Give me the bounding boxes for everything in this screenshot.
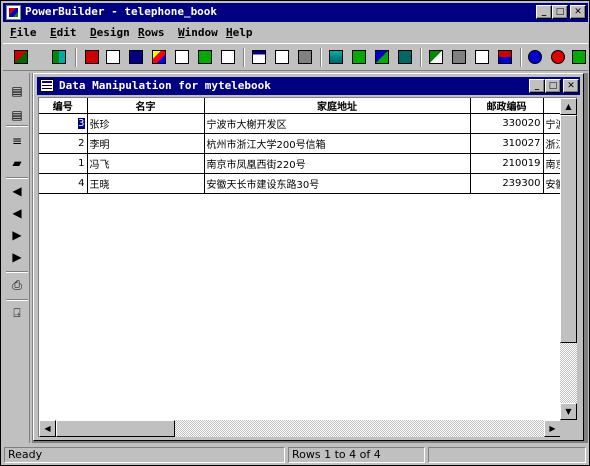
project-icon[interactable]	[272, 47, 292, 67]
menu-edit[interactable]: Edit	[50, 26, 77, 39]
datawindow-icon[interactable]	[82, 47, 102, 67]
delete-row-icon[interactable]: ▰	[7, 153, 27, 173]
database-profile-icon[interactable]	[326, 47, 346, 67]
menu-icon[interactable]	[126, 47, 146, 67]
column-header-id[interactable]: 编号	[39, 98, 88, 114]
menu-help[interactable]: Help	[226, 26, 253, 39]
scroll-corner	[560, 420, 577, 437]
scroll-down-button[interactable]: ▼	[560, 403, 577, 420]
close-icon[interactable]: ⍈	[7, 303, 27, 323]
window-icon[interactable]	[249, 47, 269, 67]
cell-address[interactable]: 安徽天长市建设东路30号	[204, 173, 471, 194]
datawindow-grid: 编号 名字 家庭地址 邮政编码 3 张珍 宁波市大榭开发区 330020 宁波 …	[38, 97, 577, 437]
cell-name[interactable]: 王晓	[87, 173, 205, 194]
painter-toolbar	[3, 43, 588, 71]
minimize-button[interactable]: _	[536, 5, 552, 19]
user-object-icon[interactable]	[218, 47, 238, 67]
horizontal-scrollbar[interactable]: ◀ ▶	[39, 420, 561, 437]
datawindow-toolbar: ▤ ▤ ≡ ▰ ◀ ◀ ▶ ▶ ⎙ ⍈	[3, 73, 30, 443]
scroll-left-button[interactable]: ◀	[39, 420, 56, 437]
run-icon[interactable]	[395, 47, 415, 67]
application-icon[interactable]	[11, 47, 31, 67]
datawindow-doc-icon[interactable]	[40, 79, 54, 92]
table-row[interactable]: 3 张珍 宁波市大榭开发区 330020 宁波	[39, 113, 569, 134]
maximize-button[interactable]: □	[552, 5, 568, 19]
menu-bar: File Edit Design Rows Window Help	[3, 24, 588, 42]
prior-page-icon[interactable]: ◀	[7, 203, 27, 223]
print-icon[interactable]: ⎙	[7, 275, 27, 295]
cell-name[interactable]: 张珍	[87, 113, 205, 134]
help-icon[interactable]	[472, 47, 492, 67]
database-icon[interactable]	[295, 47, 315, 67]
scroll-right-button[interactable]: ▶	[544, 420, 561, 437]
scroll-up-button[interactable]: ▲	[560, 98, 577, 115]
table-row[interactable]: 1 冯飞 南京市凤凰西街220号 210019 南京	[39, 153, 569, 174]
cell-address[interactable]: 南京市凤凰西街220号	[204, 153, 471, 174]
cell-address[interactable]: 宁波市大榭开发区	[204, 113, 471, 134]
exit-icon[interactable]	[525, 47, 545, 67]
library-icon[interactable]	[49, 47, 69, 67]
library-painter-icon[interactable]	[495, 47, 515, 67]
query-icon[interactable]	[172, 47, 192, 67]
column-header-address[interactable]: 家庭地址	[204, 98, 471, 114]
cell-postcode[interactable]: 310027	[470, 133, 544, 154]
cell-id[interactable]: 2	[39, 133, 88, 154]
powerbuilder-app-icon[interactable]	[6, 5, 21, 20]
status-bar: Ready Rows 1 to 4 of 4	[3, 446, 588, 464]
data-manipulation-window: Data Manipulation for mytelebook _ □ ✕ 编…	[33, 73, 584, 441]
report-icon[interactable]	[349, 47, 369, 67]
last-page-icon[interactable]: ▶	[7, 247, 27, 267]
browser-icon[interactable]	[449, 47, 469, 67]
column-header-name[interactable]: 名字	[87, 98, 205, 114]
cell-postcode[interactable]: 239300	[470, 173, 544, 194]
close-button[interactable]: ✕	[570, 5, 586, 19]
child-title: Data Manipulation for mytelebook	[59, 79, 271, 92]
horizontal-scroll-thumb[interactable]	[56, 420, 175, 437]
table-row[interactable]: 2 李明 杭州市浙江大学200号信箱 310027 浙江	[39, 133, 569, 154]
app-titlebar: PowerBuilder - telephone_book _ □ ✕	[3, 3, 588, 22]
powerbuilder-window: PowerBuilder - telephone_book _ □ ✕ File…	[0, 0, 590, 466]
cell-name[interactable]: 李明	[87, 133, 205, 154]
cell-name[interactable]: 冯飞	[87, 153, 205, 174]
function-icon[interactable]	[149, 47, 169, 67]
child-close-button[interactable]: ✕	[563, 79, 579, 93]
app-title: PowerBuilder - telephone_book	[25, 5, 218, 18]
first-page-icon[interactable]: ◀	[7, 181, 27, 201]
cell-postcode[interactable]: 210019	[470, 153, 544, 174]
mdi-client-area: Data Manipulation for mytelebook _ □ ✕ 编…	[32, 73, 588, 443]
menu-rows[interactable]: Rows	[138, 26, 165, 39]
status-extra	[428, 447, 586, 463]
toolbar-icon[interactable]	[569, 47, 589, 67]
update-icon[interactable]: ▤	[7, 105, 27, 125]
cell-id[interactable]: 1	[39, 153, 88, 174]
cell-id[interactable]: 4	[39, 173, 88, 194]
child-titlebar: Data Manipulation for mytelebook _ □ ✕	[37, 77, 580, 95]
vertical-scroll-thumb[interactable]	[560, 115, 577, 343]
next-page-icon[interactable]: ▶	[7, 225, 27, 245]
child-minimize-button[interactable]: _	[529, 79, 545, 93]
status-row-count: Rows 1 to 4 of 4	[288, 447, 425, 463]
retrieve-icon[interactable]: ▤	[7, 81, 27, 101]
menu-design[interactable]: Design	[90, 26, 130, 39]
cell-id[interactable]: 3	[39, 113, 88, 134]
menu-window[interactable]: Window	[178, 26, 218, 39]
cell-address[interactable]: 杭州市浙江大学200号信箱	[204, 133, 471, 154]
table-header-row: 编号 名字 家庭地址 邮政编码	[39, 98, 569, 114]
debug-icon[interactable]	[426, 47, 446, 67]
results-table: 编号 名字 家庭地址 邮政编码 3 张珍 宁波市大榭开发区 330020 宁波 …	[39, 98, 569, 194]
table-row[interactable]: 4 王晓 安徽天长市建设东路30号 239300 安徽	[39, 173, 569, 194]
vertical-scrollbar[interactable]: ▲ ▼	[560, 98, 577, 420]
status-message: Ready	[4, 447, 285, 463]
child-maximize-button[interactable]: □	[545, 79, 561, 93]
structure-icon[interactable]	[103, 47, 123, 67]
preview-icon[interactable]	[372, 47, 392, 67]
menu-file[interactable]: File	[10, 26, 37, 39]
cell-postcode[interactable]: 330020	[470, 113, 544, 134]
column-header-postcode[interactable]: 邮政编码	[470, 98, 544, 114]
pipeline-icon[interactable]	[195, 47, 215, 67]
stop-icon[interactable]	[548, 47, 568, 67]
insert-row-icon[interactable]: ≡	[7, 131, 27, 151]
